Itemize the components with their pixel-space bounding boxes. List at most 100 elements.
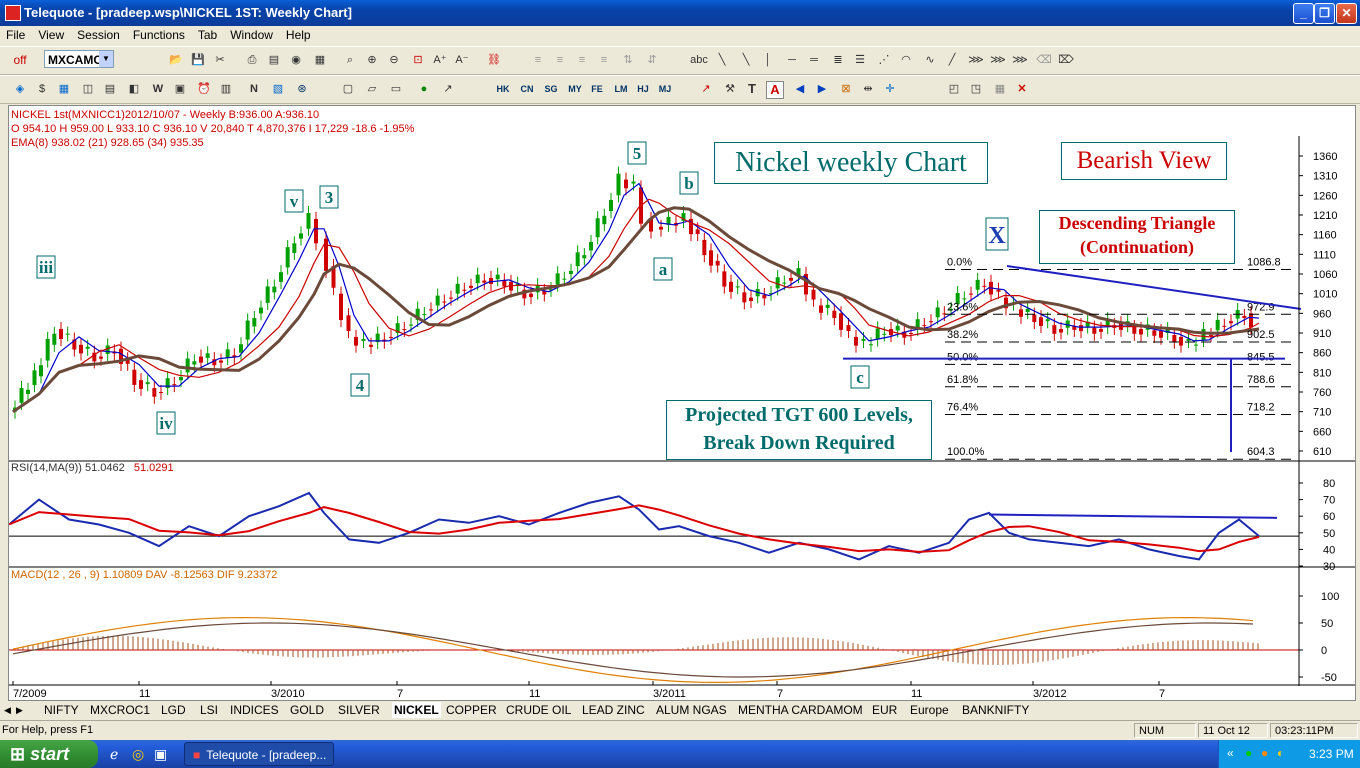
- taskbar-telequote[interactable]: ■ Telequote - [pradeep...: [184, 742, 334, 766]
- text-color-button[interactable]: A: [766, 81, 784, 99]
- chart-icon[interactable]: ◫: [80, 81, 96, 97]
- save-icon[interactable]: 💾: [190, 52, 206, 68]
- tab-banknifty[interactable]: BANKNIFTY: [962, 702, 1029, 718]
- tray-network-icon[interactable]: ●: [1245, 746, 1252, 760]
- chevron-down-icon[interactable]: ▼: [99, 51, 113, 67]
- tab-silver[interactable]: SILVER: [338, 702, 380, 718]
- close-button[interactable]: ✕: [1336, 3, 1357, 24]
- zoom-in-icon[interactable]: ⊕: [364, 52, 380, 68]
- grid-icon[interactable]: ▦: [312, 52, 328, 68]
- menu-file[interactable]: File: [0, 26, 32, 42]
- tab-lsi[interactable]: LSI: [200, 702, 218, 718]
- window-icon[interactable]: ◰: [946, 81, 962, 97]
- trend-icon[interactable]: ↗: [698, 81, 714, 97]
- symbol-combo[interactable]: MXCAMC ▼: [44, 50, 114, 68]
- maximize-button[interactable]: ❐: [1314, 3, 1335, 24]
- new-icon[interactable]: ▢: [340, 81, 356, 97]
- tab-copper[interactable]: COPPER: [446, 702, 497, 718]
- zoom-rect-icon[interactable]: ⊠: [838, 81, 854, 97]
- channel-tool-icon[interactable]: ═: [806, 52, 822, 68]
- tab-mxcroc1[interactable]: MXCROC1: [90, 702, 150, 718]
- tab-indices[interactable]: INDICES: [230, 702, 279, 718]
- pen-tool-icon[interactable]: ╱: [944, 52, 960, 68]
- zoom-fit-icon[interactable]: ⊡: [410, 52, 426, 68]
- wave-tool-icon[interactable]: ∿: [922, 52, 938, 68]
- tray-app-icon[interactable]: ●: [1261, 746, 1268, 760]
- sort-asc-icon[interactable]: ⇅: [620, 52, 636, 68]
- font-up-icon[interactable]: A⁺: [432, 52, 448, 68]
- ie-icon[interactable]: ℯ: [110, 746, 118, 763]
- arc-tool-icon[interactable]: ◠: [898, 52, 914, 68]
- eraser-icon[interactable]: ⌫: [1036, 52, 1052, 68]
- tab-lead-zinc[interactable]: LEAD ZINC: [582, 702, 645, 718]
- chart-style-icon[interactable]: ◈: [12, 81, 28, 97]
- tab-nifty[interactable]: NIFTY: [44, 702, 79, 718]
- exch-hj[interactable]: HJ: [632, 81, 654, 97]
- speed-tool-icon-2[interactable]: ⋙: [1012, 52, 1028, 68]
- font-down-icon[interactable]: A⁻: [454, 52, 470, 68]
- tab-lgd[interactable]: LGD: [161, 702, 186, 718]
- ray-tool-icon[interactable]: ╲: [738, 52, 754, 68]
- tile-icon[interactable]: ▦: [992, 81, 1008, 97]
- tab-scroll-left[interactable]: ◀: [4, 702, 11, 718]
- options-icon[interactable]: ◧: [126, 81, 142, 97]
- binoculars-icon[interactable]: ⊛: [294, 81, 310, 97]
- chrome-icon[interactable]: ◎: [132, 746, 144, 763]
- crosshair-icon[interactable]: ✛: [882, 81, 898, 97]
- text-tool-button[interactable]: T: [744, 81, 760, 97]
- speed-tool-icon[interactable]: ⋙: [990, 52, 1006, 68]
- menu-window[interactable]: Window: [224, 26, 280, 42]
- text-abc-button[interactable]: abc: [688, 52, 710, 68]
- exch-mj[interactable]: MJ: [654, 81, 676, 97]
- sort-desc-icon[interactable]: ⇵: [644, 52, 660, 68]
- menu-view[interactable]: View: [32, 26, 71, 42]
- w-icon[interactable]: W: [150, 81, 166, 97]
- menu-functions[interactable]: Functions: [127, 26, 192, 42]
- tab-gold[interactable]: GOLD: [290, 702, 324, 718]
- print-preview-icon[interactable]: ▤: [266, 52, 282, 68]
- open-folder-icon[interactable]: 📂: [168, 52, 184, 68]
- menu-help[interactable]: Help: [280, 26, 318, 42]
- camera-icon[interactable]: ◉: [288, 52, 304, 68]
- line-tool-icon[interactable]: ╲: [714, 52, 730, 68]
- tab-scroll-right[interactable]: ▶: [16, 702, 23, 718]
- link-icon[interactable]: ↗: [440, 81, 456, 97]
- news-icon[interactable]: ▣: [172, 81, 188, 97]
- fib-tool-icon[interactable]: ≣: [830, 52, 846, 68]
- sort-icon-3[interactable]: ≡: [574, 52, 590, 68]
- exch-lm[interactable]: LM: [610, 81, 632, 97]
- cut-icon[interactable]: ✂: [212, 52, 228, 68]
- book-icon[interactable]: ▥: [218, 81, 234, 97]
- tab-nickel[interactable]: NICKEL: [392, 702, 441, 718]
- network-icon[interactable]: ⛓: [486, 52, 502, 68]
- n-icon[interactable]: N: [246, 81, 262, 97]
- compress-icon[interactable]: ⇹: [860, 81, 876, 97]
- vline-tool-icon[interactable]: │: [760, 52, 776, 68]
- table-icon[interactable]: ▦: [56, 81, 72, 97]
- fan-tool-icon[interactable]: ⋙: [968, 52, 984, 68]
- tray-volume-icon[interactable]: ◐: [1277, 746, 1284, 760]
- start-button[interactable]: ⊞ start: [0, 740, 98, 768]
- report-icon[interactable]: ▧: [270, 81, 286, 97]
- zoom-out-icon[interactable]: ⊖: [386, 52, 402, 68]
- exch-cn[interactable]: CN: [516, 81, 538, 97]
- exch-fe[interactable]: FE: [586, 81, 608, 97]
- erase-all-icon[interactable]: ⌦: [1058, 52, 1074, 68]
- tab-europe[interactable]: Europe: [910, 702, 949, 718]
- save-layout-icon[interactable]: ▭: [388, 81, 404, 97]
- globe-icon[interactable]: ●: [416, 81, 432, 97]
- exch-hk[interactable]: HK: [492, 81, 514, 97]
- quote-icon[interactable]: $: [34, 81, 50, 97]
- close-chart-icon[interactable]: ✕: [1014, 81, 1030, 97]
- fib-ext-icon[interactable]: ☰: [852, 52, 868, 68]
- exch-my[interactable]: MY: [564, 81, 586, 97]
- arrow-left-icon[interactable]: ◀: [792, 81, 808, 97]
- tray-clock[interactable]: 3:23 PM: [1309, 747, 1354, 761]
- tray-arrow-icon[interactable]: «: [1227, 746, 1234, 760]
- off-button[interactable]: off: [8, 52, 32, 68]
- menu-tab[interactable]: Tab: [192, 26, 224, 42]
- chart-panel[interactable]: 0.0% 1086.8 23.6% 972.9 38.2% 902.5 50.0% 845.5…: [8, 105, 1356, 701]
- exch-sg[interactable]: SG: [540, 81, 562, 97]
- sort-icon-4[interactable]: ≡: [596, 52, 612, 68]
- quicklaunch-icon[interactable]: ▣: [154, 746, 167, 763]
